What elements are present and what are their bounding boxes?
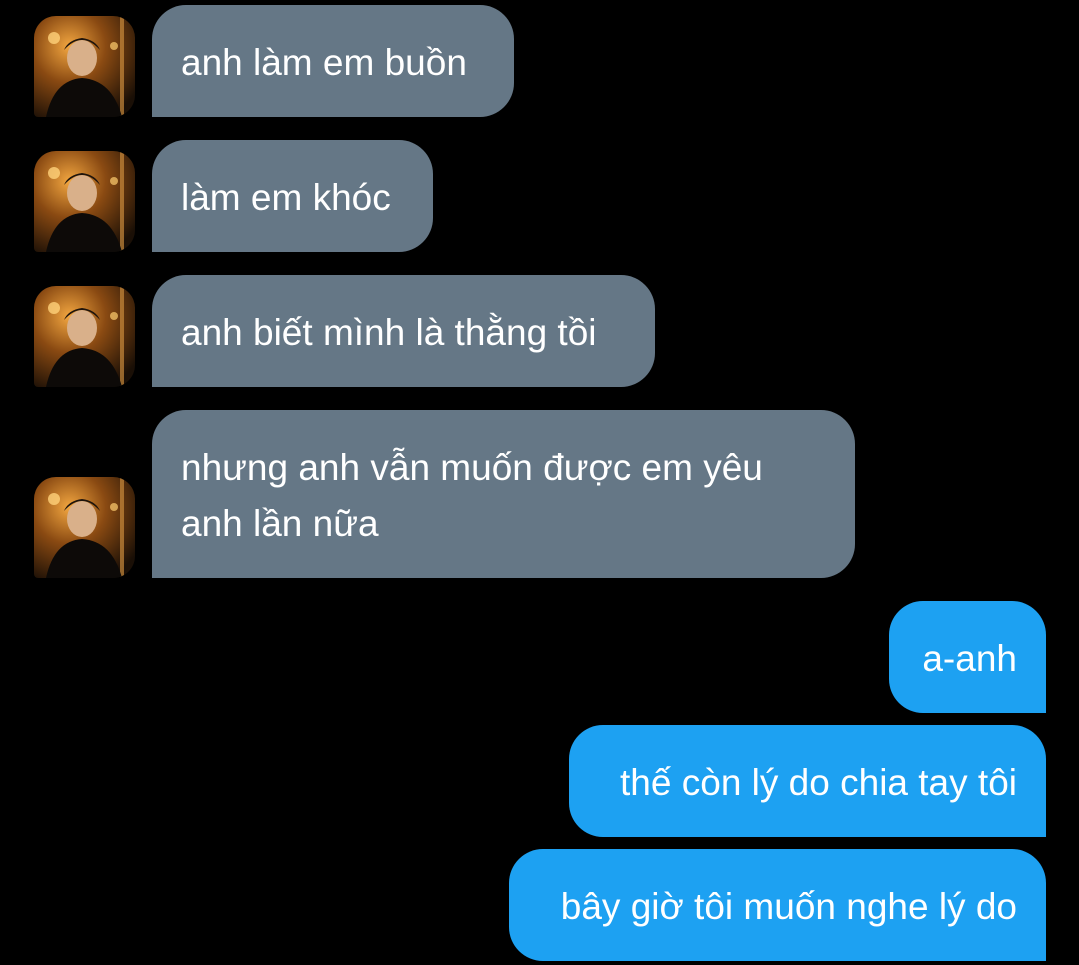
outgoing-message-bubble[interactable]: a-anh [889, 601, 1046, 713]
user-profile-photo-icon [34, 286, 135, 387]
user-profile-photo-icon [34, 16, 135, 117]
incoming-message-bubble[interactable]: anh biết mình là thằng tồi [152, 275, 655, 387]
avatar[interactable] [34, 286, 135, 387]
avatar[interactable] [34, 16, 135, 117]
incoming-message-bubble[interactable]: làm em khóc [152, 140, 433, 252]
incoming-message-bubble[interactable]: anh làm em buồn [152, 5, 514, 117]
avatar[interactable] [34, 477, 135, 578]
message-text-line: anh lần nữa [181, 503, 379, 544]
outgoing-message-bubble[interactable]: bây giờ tôi muốn nghe lý do [509, 849, 1046, 961]
message-text: làm em khóc [181, 177, 391, 218]
outgoing-message-bubble[interactable]: thế còn lý do chia tay tôi [569, 725, 1046, 837]
message-text: thế còn lý do chia tay tôi [620, 762, 1017, 803]
user-profile-photo-icon [34, 477, 135, 578]
message-text: anh biết mình là thằng tồi [181, 312, 597, 353]
message-text: a-anh [922, 638, 1017, 679]
avatar[interactable] [34, 151, 135, 252]
message-text: bây giờ tôi muốn nghe lý do [560, 886, 1017, 927]
message-text: anh làm em buồn [181, 42, 467, 83]
message-text-line: nhưng anh vẫn muốn được em yêu [181, 447, 763, 488]
user-profile-photo-icon [34, 151, 135, 252]
incoming-message-bubble[interactable]: nhưng anh vẫn muốn được em yêu anh lần n… [152, 410, 855, 578]
